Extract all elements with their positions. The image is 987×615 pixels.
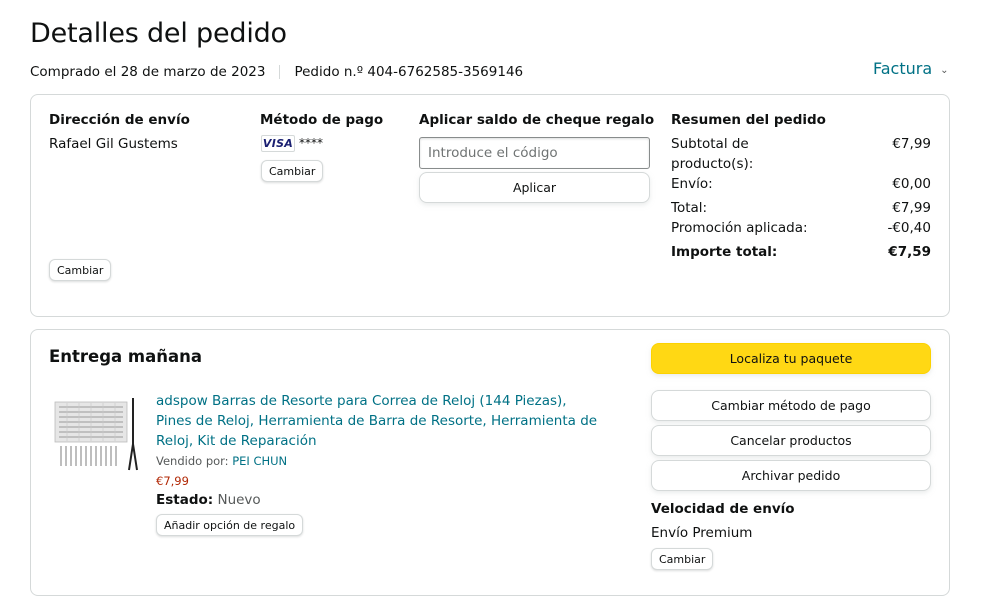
cancel-items-button[interactable]: Cancelar productos xyxy=(651,425,931,456)
seller-line: Vendido por: PEI CHUN xyxy=(156,454,287,468)
purchase-date: Comprado el 28 de marzo de 2023 xyxy=(30,64,266,80)
sold-by-label: Vendido por: xyxy=(156,454,229,468)
seller-link[interactable]: PEI CHUN xyxy=(232,454,287,468)
subtotal-label-line2: producto(s): xyxy=(671,156,754,172)
product-title-link[interactable]: adspow Barras de Resorte para Correa de … xyxy=(156,391,606,451)
delivery-card: Entrega mañana adspow Barras de Resorte … xyxy=(30,329,950,596)
subtotal-value: €7,99 xyxy=(892,136,931,152)
order-meta: Comprado el 28 de marzo de 2023 Pedido n… xyxy=(30,64,523,80)
total-value: €7,99 xyxy=(892,200,931,216)
page-title: Detalles del pedido xyxy=(30,18,287,49)
visa-card-icon: VISA xyxy=(261,135,295,152)
gift-code-input[interactable] xyxy=(419,137,650,169)
shipping-speed-value: Envío Premium xyxy=(651,525,753,541)
total-label: Total: xyxy=(671,200,708,216)
meta-divider xyxy=(279,65,281,79)
change-payment-button[interactable]: Cambiar xyxy=(261,160,324,182)
chevron-down-icon: ⌄ xyxy=(940,64,949,76)
condition-label: Estado: xyxy=(156,492,214,508)
subtotal-label-line1: Subtotal de xyxy=(671,136,749,152)
change-address-button[interactable]: Cambiar xyxy=(49,259,112,281)
track-package-button[interactable]: Localiza tu paquete xyxy=(651,343,931,374)
watch-pin-kit-image xyxy=(54,398,138,471)
promo-label: Promoción aplicada: xyxy=(671,220,808,236)
gift-card-heading: Aplicar saldo de cheque regalo xyxy=(419,112,655,128)
shipping-cost-value: €0,00 xyxy=(892,176,931,192)
order-summary-card: Dirección de envío Rafael Gil Gustems Ca… xyxy=(30,94,950,317)
payment-method-heading: Método de pago xyxy=(260,112,384,128)
invoice-dropdown[interactable]: Factura ⌄ xyxy=(873,59,949,78)
shipping-name: Rafael Gil Gustems xyxy=(49,136,178,152)
shipping-address-heading: Dirección de envío xyxy=(49,112,190,128)
promo-value: -€0,40 xyxy=(887,220,931,236)
order-summary-heading: Resumen del pedido xyxy=(671,112,826,128)
shipping-cost-label: Envío: xyxy=(671,176,713,192)
delivery-heading: Entrega mañana xyxy=(49,347,203,366)
product-image[interactable] xyxy=(53,394,143,474)
archive-order-button[interactable]: Archivar pedido xyxy=(651,460,931,491)
shipping-speed-heading: Velocidad de envío xyxy=(651,501,795,517)
condition-value: Nuevo xyxy=(217,492,261,508)
change-shipping-speed-button[interactable]: Cambiar xyxy=(651,548,714,570)
order-number: Pedido n.º 404-6762585-3569146 xyxy=(294,64,524,80)
apply-gift-button[interactable]: Aplicar xyxy=(419,172,650,203)
change-payment-method-button[interactable]: Cambiar método de pago xyxy=(651,390,931,421)
grand-total-value: €7,59 xyxy=(888,244,931,260)
add-gift-option-button[interactable]: Añadir opción de regalo xyxy=(156,514,304,536)
grand-total-label: Importe total: xyxy=(671,244,778,260)
invoice-label: Factura xyxy=(873,59,933,78)
card-digits: **** xyxy=(299,136,323,150)
product-condition: Estado: Nuevo xyxy=(156,492,261,508)
product-price: €7,99 xyxy=(156,474,189,488)
